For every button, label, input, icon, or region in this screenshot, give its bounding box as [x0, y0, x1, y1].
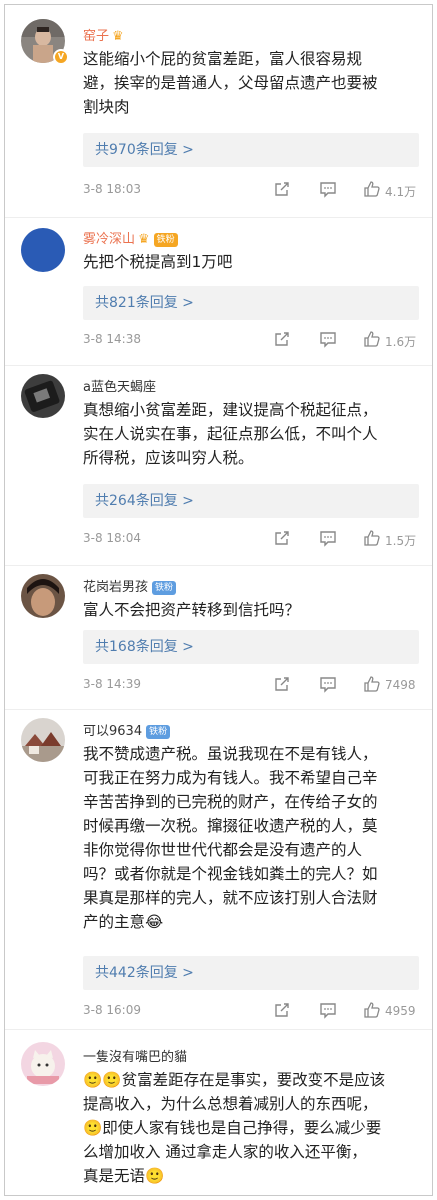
- fan-badge: 铁粉: [153, 232, 178, 247]
- comment-icon[interactable]: [319, 529, 337, 551]
- comment-meta: 3-8 16:09 4959: [83, 1001, 419, 1023]
- comment-line: 吗？或者你就是个视金钱如粪土的完人？如: [83, 865, 378, 883]
- comment-icon[interactable]: [319, 330, 337, 352]
- comment-line: 我不赞成遗产税。虽说我现在不是有钱人，: [83, 745, 378, 763]
- like-count: 4959: [385, 1004, 416, 1018]
- comment-meta: 3-8 18:03 4.1万: [83, 180, 419, 202]
- comment-line: 富人不会把资产转移到信托吗？: [83, 601, 301, 619]
- comment-date: 3-8 18:04: [83, 531, 141, 545]
- like-count: 1.5万: [385, 534, 417, 548]
- comment-text: 先把个税提高到1万吧: [83, 250, 417, 274]
- username[interactable]: a蓝色天蝎座: [83, 376, 156, 395]
- avatar[interactable]: [21, 228, 65, 272]
- comment-text: 这能缩小个屁的贫富差距，富人很容易规 避，挨宰的是普通人，父母留点遗产也要被 割…: [83, 47, 417, 119]
- like-count: 4.1万: [385, 185, 417, 199]
- comment-line: 产的主意😂: [83, 913, 164, 931]
- comment-item: V 窑子 ♛ 这能缩小个屁的贫富差距，富人很容易规 避，挨宰的是普通人，父母留点遗…: [5, 5, 432, 217]
- crown-icon: ♛: [138, 232, 150, 247]
- comment-text: 富人不会把资产转移到信托吗？: [83, 598, 417, 622]
- comment-item: 雾冷深山 ♛ 铁粉 先把个税提高到1万吧 共821条回复 > 3-8 14:38 1…: [5, 217, 432, 365]
- comment-line: 果真是那样的完人，就不应该打别人合法财: [83, 889, 378, 907]
- comment-line: 避，挨宰的是普通人，父母留点遗产也要被: [83, 74, 378, 92]
- comment-line: 所得税，应该叫穷人税。: [83, 449, 254, 467]
- comment-meta: 3-8 14:39 7498: [83, 675, 419, 697]
- comment-line: 非你觉得你世世代代都会是没有遗产的人: [83, 841, 363, 859]
- replies-link[interactable]: 共970条回复 >: [83, 133, 419, 167]
- fan-badge: 铁粉: [152, 580, 177, 595]
- comment-meta: 3-8 18:04 1.5万: [83, 529, 419, 551]
- comment-line: 🙂即使人家有钱也是自己挣得，要么减少要: [83, 1119, 382, 1137]
- comment-line: 真想缩小贫富差距，建议提高个税起征点，: [83, 401, 378, 419]
- comment-meta: 3-8 14:38 1.6万: [83, 330, 419, 352]
- comment-icon[interactable]: [319, 1001, 337, 1023]
- username[interactable]: 花岗岩男孩 铁粉: [83, 576, 177, 595]
- comment-line: 真是无语🙂: [83, 1167, 165, 1185]
- crown-icon: ♛: [112, 29, 124, 44]
- share-icon[interactable]: [273, 675, 291, 697]
- like-thumb-icon[interactable]: [363, 529, 381, 551]
- comment-date: 3-8 18:03: [83, 182, 141, 196]
- replies-link[interactable]: 共264条回复 >: [83, 484, 419, 518]
- comment-line: 提高收入，为什么总想着减别人的东西呢，: [83, 1095, 378, 1113]
- comment-text: 我不赞成遗产税。虽说我现在不是有钱人， 可我正在努力成为有钱人。我不希望自己辛 …: [83, 742, 417, 934]
- comment-text: 真想缩小贫富差距，建议提高个税起征点， 实在人说实在事，起征点那么低，不叫个人 …: [83, 398, 417, 470]
- share-icon[interactable]: [273, 330, 291, 352]
- replies-link[interactable]: 共168条回复 >: [83, 630, 419, 664]
- share-icon[interactable]: [273, 529, 291, 551]
- username-text: a蓝色天蝎座: [83, 380, 156, 395]
- comment-item: 可以9634 铁粉 我不赞成遗产税。虽说我现在不是有钱人， 可我正在努力成为有钱人…: [5, 709, 432, 1029]
- username[interactable]: 窑子 ♛: [83, 25, 124, 44]
- comment-line: 可我正在努力成为有钱人。我不希望自己辛: [83, 769, 378, 787]
- avatar[interactable]: [21, 718, 65, 762]
- fan-badge: 铁粉: [146, 724, 171, 739]
- username[interactable]: 可以9634 铁粉: [83, 720, 171, 739]
- comment-line: 🙂🙂贫富差距存在是事实，要改变不是应该: [83, 1071, 386, 1089]
- like-thumb-icon[interactable]: [363, 675, 381, 697]
- comment-item: 花岗岩男孩 铁粉 富人不会把资产转移到信托吗？ 共168条回复 > 3-8 14:…: [5, 565, 432, 709]
- avatar[interactable]: [21, 574, 65, 618]
- comment-line: 辛苦苦挣到的已完税的财产，在传给子女的: [83, 793, 378, 811]
- comment-line: 这能缩小个屁的贫富差距，富人很容易规: [83, 50, 363, 68]
- avatar[interactable]: [21, 1042, 65, 1086]
- comment-text: 🙂🙂贫富差距存在是事实，要改变不是应该 提高收入，为什么总想着减别人的东西呢， …: [83, 1068, 417, 1188]
- username-text: 雾冷深山: [83, 232, 136, 247]
- like-count: 1.6万: [385, 335, 417, 349]
- comment-date: 3-8 14:38: [83, 332, 141, 346]
- like-thumb-icon[interactable]: [363, 1001, 381, 1023]
- replies-link[interactable]: 共821条回复 >: [83, 286, 419, 320]
- username-text: 一隻沒有嘴巴的貓: [83, 1050, 188, 1065]
- comment-line: 割块肉: [83, 98, 130, 116]
- like-count: 7498: [385, 678, 416, 692]
- avatar[interactable]: [21, 374, 65, 418]
- comment-date: 3-8 16:09: [83, 1003, 141, 1017]
- username[interactable]: 雾冷深山 ♛ 铁粉: [83, 228, 178, 247]
- username[interactable]: 一隻沒有嘴巴的貓: [83, 1046, 187, 1065]
- share-icon[interactable]: [273, 180, 291, 202]
- comment-item: a蓝色天蝎座 真想缩小贫富差距，建议提高个税起征点， 实在人说实在事，起征点那么…: [5, 365, 432, 565]
- comment-icon[interactable]: [319, 675, 337, 697]
- share-icon[interactable]: [273, 1001, 291, 1023]
- like-thumb-icon[interactable]: [363, 180, 381, 202]
- username-text: 窑子: [83, 29, 110, 44]
- comment-item: 一隻沒有嘴巴的貓 🙂🙂贫富差距存在是事实，要改变不是应该 提高收入，为什么总想着…: [5, 1029, 432, 1195]
- comment-icon[interactable]: [319, 180, 337, 202]
- replies-link[interactable]: 共442条回复 >: [83, 956, 419, 990]
- username-text: 可以9634: [83, 724, 143, 739]
- like-thumb-icon[interactable]: [363, 330, 381, 352]
- verified-v-icon: V: [53, 49, 69, 65]
- comment-line: 先把个税提高到1万吧: [83, 253, 233, 271]
- comment-line: 实在人说实在事，起征点那么低，不叫个人: [83, 425, 378, 443]
- username-text: 花岗岩男孩: [83, 580, 149, 595]
- comment-list: V 窑子 ♛ 这能缩小个屁的贫富差距，富人很容易规 避，挨宰的是普通人，父母留点遗…: [4, 4, 433, 1196]
- comment-date: 3-8 14:39: [83, 677, 141, 691]
- comment-line: 么增加收入 通过拿走人家的收入还平衡，: [83, 1143, 367, 1161]
- comment-line: 时候再缴一次税。撺掇征收遗产税的人，莫: [83, 817, 378, 835]
